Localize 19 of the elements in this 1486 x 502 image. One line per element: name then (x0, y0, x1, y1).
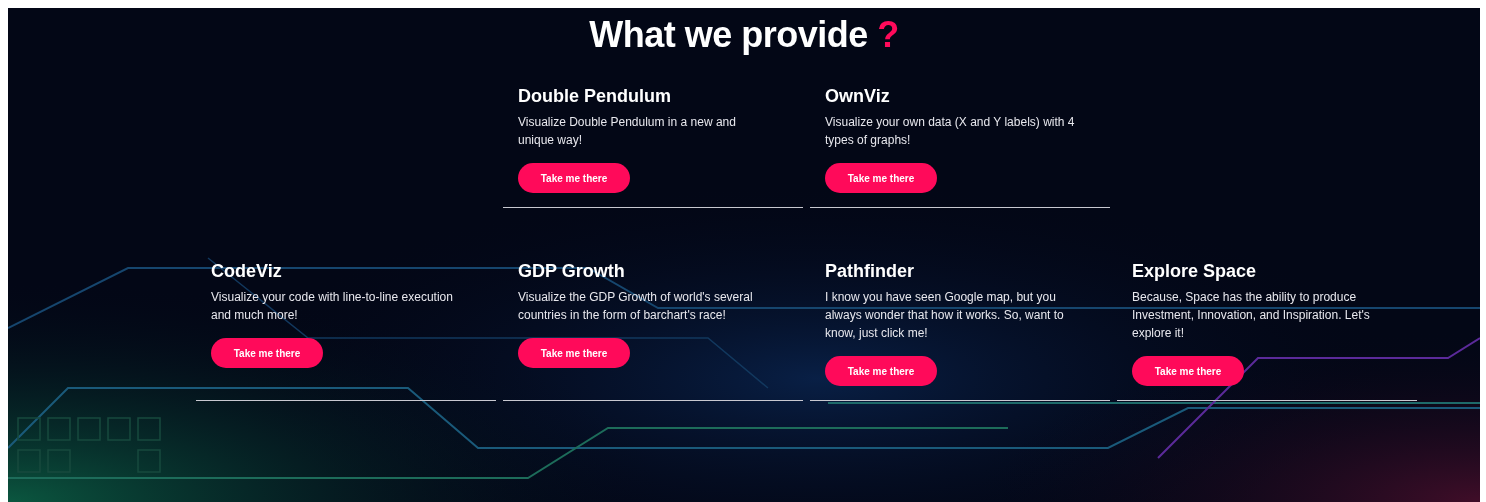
card-description: Because, Space has the ability to produce Investment, Innovation, and Inspiration. Let's explore it! (1132, 289, 1371, 342)
card-title: Pathfinder (825, 261, 915, 282)
card-title: Explore Space (1132, 261, 1258, 282)
card-title: GDP Growth (518, 261, 626, 282)
card-description: Visualize your own data (X and Y labels) with 4 types of graphs! (825, 114, 1075, 149)
section-heading: What we provide ? (588, 13, 900, 56)
card-title: Double Pendulum (518, 86, 672, 107)
take-me-there-button[interactable]: Take me there (1132, 356, 1244, 386)
card-description: Visualize Double Pendulum in a new and unique way! (518, 114, 737, 149)
take-me-there-button[interactable]: Take me there (825, 163, 937, 193)
take-me-there-button[interactable]: Take me there (518, 338, 630, 368)
card-description: I know you have seen Google map, but you always wonder that how it works. So, want to know, just click me! (825, 289, 1065, 342)
take-me-there-button[interactable]: Take me there (211, 338, 323, 368)
card-title: CodeViz (211, 261, 283, 282)
take-me-there-button[interactable]: Take me there (518, 163, 630, 193)
card-title: OwnViz (825, 86, 891, 107)
card-description: Visualize your code with line-to-line execution and much more! (211, 289, 454, 324)
take-me-there-button[interactable]: Take me there (825, 356, 937, 386)
card-description: Visualize the GDP Growth of world's several countries in the form of barchart's race! (518, 289, 754, 324)
